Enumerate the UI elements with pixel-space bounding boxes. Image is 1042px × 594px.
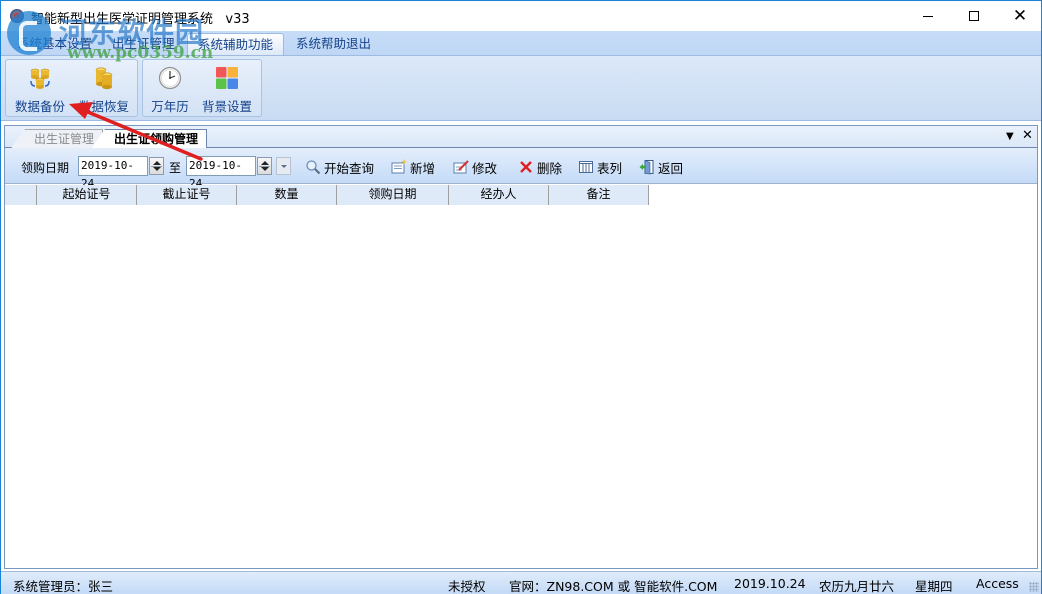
close-icon: ✕ [1012,6,1028,26]
ribbon-tab-auxiliary-functions[interactable]: 系统辅助功能 [187,33,285,55]
date-to-input[interactable]: 2019-10-24 [186,156,256,190]
date-to-label: 至 [169,161,182,175]
date-to-spinner[interactable] [257,157,272,175]
grid-column-start-number[interactable]: 起始证号 [37,185,137,205]
ribbon-tab-bar: 系统基本设置 出生证管理 系统辅助功能 系统帮助退出 [1,31,1041,55]
minimize-button[interactable] [905,1,951,31]
calendar-label: 万年历 [151,99,189,114]
grid-body[interactable] [5,206,1037,568]
purchase-date-label: 领购日期 [21,161,70,175]
background-settings-label: 背景设置 [201,99,252,114]
maximize-icon [969,11,979,21]
document-tab-strip: 出生证管理 出生证领购管理 ▼ ✕ [5,126,1037,149]
return-button[interactable]: 返回 [639,157,683,177]
data-backup-label: 数据备份 [14,99,65,114]
title-bar: 智能新型出生医学证明管理系统 v33 ✕ [1,1,1041,31]
status-database: Access [976,576,1019,591]
date-from-input[interactable]: 2019-10-24 [78,156,148,190]
tab-list-dropdown-icon[interactable]: ▼ [1006,131,1014,142]
ribbon-panel: 数据备份 数据恢复 万年历 背景设置 [1,55,1041,121]
return-button-label: 返回 [658,160,684,176]
database-restore-icon [95,67,113,90]
status-date: 2019.10.24 [734,576,806,591]
grid-column-handler[interactable]: 经办人 [449,185,549,205]
grid-column-purchase-date[interactable]: 领购日期 [337,185,449,205]
new-document-icon [391,159,407,174]
ribbon-tab-basic-settings[interactable]: 系统基本设置 [7,33,102,55]
calendar-button[interactable]: 万年历 [140,64,200,116]
grid-column-remarks[interactable]: 备注 [549,185,649,205]
ribbon-tab-certificate-management[interactable]: 出生证管理 [102,33,185,55]
exit-door-icon [639,160,654,175]
window-title-text: 智能新型出生医学证明管理系统 [31,12,214,27]
clock-icon [158,66,182,90]
search-icon [306,160,321,175]
ribbon-group-tools: 万年历 背景设置 [142,59,262,117]
app-icon [10,9,24,23]
app-window: 智能新型出生医学证明管理系统 v33 ✕ 系统基本设置 出生证管理 系统辅助功能… [0,0,1042,594]
database-backup-icon [30,68,50,89]
edit-button[interactable]: 修改 [453,157,497,177]
window-version: v33 [225,12,250,27]
add-button[interactable]: 新增 [391,157,435,177]
background-settings-button[interactable]: 背景设置 [197,64,257,116]
maximize-button[interactable] [951,1,997,31]
search-button[interactable]: 开始查询 [305,157,374,177]
columns-icon [579,161,593,173]
columns-button-label: 表列 [597,160,623,176]
search-button-label: 开始查询 [324,160,375,176]
window-title: 智能新型出生医学证明管理系统 v33 [31,8,250,27]
grid-row-selector-header[interactable] [5,185,37,205]
date-from-spinner[interactable] [149,157,164,175]
ribbon-tab-help-exit[interactable]: 系统帮助退出 [286,33,381,55]
status-website: 官网：ZN98.COM 或 智能软件.COM [509,579,718,594]
date-dropdown-button[interactable] [276,157,291,175]
doc-tab-certificate-management[interactable]: 出生证管理 [11,129,104,148]
close-tab-icon[interactable]: ✕ [1022,128,1033,143]
delete-button[interactable]: 删除 [518,157,562,177]
edit-button-label: 修改 [472,160,498,176]
data-backup-button[interactable]: 数据备份 [10,64,70,116]
status-license: 未授权 [448,579,486,594]
delete-button-label: 删除 [537,160,563,176]
data-restore-label: 数据恢复 [78,99,129,114]
delete-icon [520,161,532,173]
edit-icon [453,160,469,174]
ribbon-group-data: 数据备份 数据恢复 [5,59,138,117]
status-user: 系统管理员：张三 [13,579,114,594]
grid-column-quantity[interactable]: 数量 [237,185,337,205]
columns-button[interactable]: 表列 [578,157,622,177]
data-restore-button[interactable]: 数据恢复 [74,64,134,116]
status-lunar-date: 农历九月廿六 [819,579,895,594]
status-bar: 系统管理员：张三 未授权 官网：ZN98.COM 或 智能软件.COM 2019… [1,571,1041,594]
toolbar: 领购日期 2019-10-24 至 2019-10-24 开始查询 新增 修改 … [5,148,1037,190]
minimize-icon [923,15,933,17]
add-button-label: 新增 [410,160,436,176]
status-weekday: 星期四 [915,579,953,594]
document-area: 出生证管理 出生证领购管理 ▼ ✕ 领购日期 2019-10-24 至 2019… [4,125,1038,569]
grid-header: 起始证号 截止证号 数量 领购日期 经办人 备注 [5,185,649,205]
color-palette-icon [216,67,238,89]
close-button[interactable]: ✕ [997,1,1042,31]
grid-column-end-number[interactable]: 截止证号 [137,185,237,205]
doc-tab-certificate-purchase[interactable]: 出生证领购管理 [91,129,208,149]
resize-grip[interactable] [1029,582,1039,592]
